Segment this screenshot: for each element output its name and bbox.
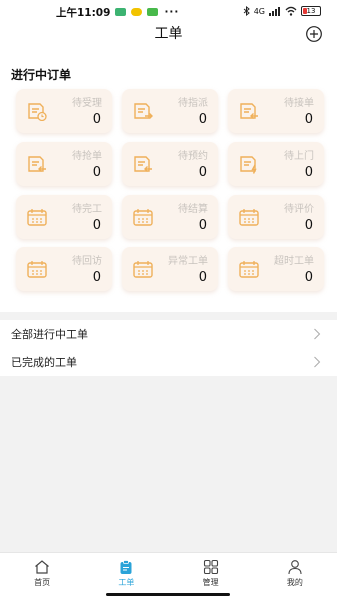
wechat-notification-icon — [115, 8, 127, 16]
clock-document-icon — [28, 103, 47, 121]
tile-count: 0 — [304, 112, 313, 127]
tile-label: 待受理 — [72, 98, 102, 109]
tile-count: 0 — [198, 165, 207, 180]
calendar-icon — [133, 261, 153, 278]
status-bar: 上午11:09 ··· 4G 13 — [0, 0, 337, 24]
tile-label: 待上门 — [284, 151, 314, 162]
add-icon[interactable] — [305, 25, 323, 43]
tile-label: 待结算 — [178, 204, 208, 215]
status-tile[interactable]: 超时工单 0 — [228, 247, 324, 291]
tile-count: 0 — [198, 218, 207, 233]
chevron-right-icon — [314, 356, 321, 368]
tile-count: 0 — [198, 270, 207, 285]
status-tile[interactable]: 待受理 0 — [16, 89, 112, 133]
tile-label: 待接单 — [284, 98, 314, 109]
list-item-label: 全部进行中工单 — [11, 328, 88, 341]
user-icon — [288, 560, 302, 575]
message-notification-icon — [131, 8, 143, 16]
tile-count: 0 — [92, 165, 101, 180]
more-notifications-icon: ··· — [164, 6, 180, 18]
list-item-label: 已完成的工单 — [11, 356, 77, 369]
status-tile[interactable]: 待预约 0 — [122, 142, 218, 186]
status-tile[interactable]: 待抢单 0 — [16, 142, 112, 186]
clipboard-icon — [120, 560, 132, 574]
calendar-icon — [27, 209, 47, 226]
home-indicator — [106, 593, 230, 596]
header: 工单 — [0, 24, 337, 48]
tile-count: 0 — [198, 112, 207, 127]
lightning-document-icon — [240, 156, 257, 174]
status-tile[interactable]: 待接单 0 — [228, 89, 324, 133]
receive-document-icon — [240, 103, 258, 119]
calendar-icon — [133, 209, 153, 226]
wifi-icon — [285, 6, 297, 16]
calendar-icon — [239, 261, 259, 278]
tab-label: 管理 — [202, 578, 219, 587]
tab-label: 首页 — [34, 578, 51, 587]
status-time: 上午11:09 — [56, 6, 111, 19]
tile-count: 0 — [304, 165, 313, 180]
tile-label: 异常工单 — [168, 256, 208, 267]
tab-home[interactable]: 首页 — [0, 553, 84, 600]
order-list: 全部进行中工单 已完成的工单 — [0, 320, 337, 376]
signal-icon — [269, 7, 280, 16]
grid-icon — [203, 559, 218, 575]
tile-label: 待预约 — [178, 151, 208, 162]
status-tile[interactable]: 异常工单 0 — [122, 247, 218, 291]
receive-document-icon — [28, 156, 46, 172]
tile-label: 待指派 — [178, 98, 208, 109]
tile-label: 超时工单 — [274, 256, 314, 267]
tile-label: 待抢单 — [72, 151, 102, 162]
app-notification-icon — [147, 8, 159, 16]
tile-label: 待回访 — [72, 256, 102, 267]
tile-count: 0 — [304, 270, 313, 285]
section-title: 进行中订单 — [11, 68, 72, 82]
receive-document-icon — [134, 156, 152, 172]
tab-label: 工单 — [118, 578, 135, 587]
tile-count: 0 — [92, 218, 101, 233]
bluetooth-icon — [243, 6, 250, 16]
orders-panel: 进行中订单 待受理 0 待指派 0 待接单 0 待抢单 0 待预约 0 待上门 0 待完工 0 待结算 0 待评… — [0, 48, 337, 312]
home-icon — [35, 560, 50, 574]
status-tile[interactable]: 待回访 0 — [16, 247, 112, 291]
tile-label: 待完工 — [72, 204, 102, 215]
tile-count: 0 — [304, 218, 313, 233]
status-tile[interactable]: 待结算 0 — [122, 195, 218, 239]
chevron-right-icon — [314, 328, 321, 340]
battery-icon: 13 — [301, 6, 321, 16]
calendar-icon — [27, 261, 47, 278]
list-item-completed[interactable]: 已完成的工单 — [0, 348, 337, 376]
status-tile[interactable]: 待上门 0 — [228, 142, 324, 186]
tab-label: 我的 — [286, 578, 303, 587]
tile-count: 0 — [92, 112, 101, 127]
page-title: 工单 — [154, 26, 183, 42]
tile-count: 0 — [92, 270, 101, 285]
status-tile[interactable]: 待评价 0 — [228, 195, 324, 239]
calendar-icon — [239, 209, 259, 226]
list-item-all-in-progress[interactable]: 全部进行中工单 — [0, 320, 337, 348]
network-type: 4G — [253, 6, 265, 16]
send-document-icon — [134, 103, 153, 119]
battery-level: 13 — [306, 7, 316, 15]
status-tile[interactable]: 待指派 0 — [122, 89, 218, 133]
tab-profile[interactable]: 我的 — [253, 553, 337, 600]
status-tile[interactable]: 待完工 0 — [16, 195, 112, 239]
tile-label: 待评价 — [284, 204, 314, 215]
